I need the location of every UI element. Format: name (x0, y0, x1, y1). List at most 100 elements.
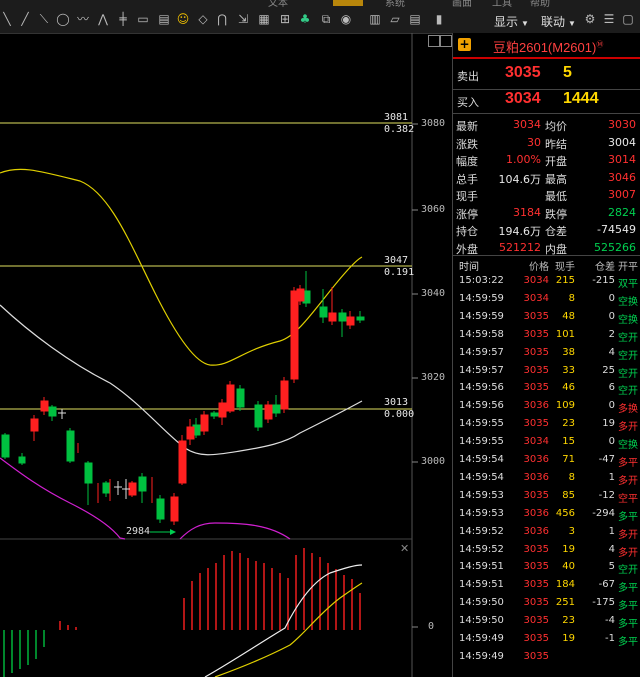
tick-volume: 215 (555, 275, 575, 286)
menu-cut-2[interactable]: 系统 (385, 0, 405, 9)
settings-icon[interactable]: ⚙ (583, 12, 597, 26)
stat-row: 涨跌 30 昨结 3004 (453, 134, 640, 152)
segment-tool-icon[interactable]: ╱ (18, 12, 32, 26)
grid-tool-icon[interactable]: ▦ (257, 12, 271, 26)
tick-row[interactable]: 14:59:50 3035 251 -175 多平 (453, 595, 640, 613)
tick-price: 3035 (523, 328, 549, 340)
tick-time: 14:59:59 (459, 292, 504, 304)
brand-logo (333, 0, 363, 6)
tick-row[interactable]: 14:59:49 3035 19 -1 多平 (453, 631, 640, 649)
macd-dif (204, 564, 363, 677)
display-dropdown[interactable]: 显示 ▼ (494, 13, 529, 30)
menu-cut-3[interactable]: 画面 (452, 0, 472, 9)
tick-type: 空平 (618, 493, 638, 505)
tick-row[interactable]: 14:59:56 3035 46 6 空开 (453, 380, 640, 398)
add-icon[interactable]: + (458, 38, 471, 51)
print-icon[interactable]: ▤ (408, 12, 422, 26)
tick-row[interactable]: 14:59:55 3034 15 0 空换 (453, 434, 640, 452)
magnet-icon[interactable]: ⋂ (215, 12, 229, 26)
stat-value: 30 (527, 135, 541, 149)
wave-tool-icon[interactable]: 〰 (76, 12, 90, 26)
bid-label: 买入 (457, 96, 479, 109)
y-label-3040: 3040 (421, 288, 446, 299)
tick-volume: 8 (568, 292, 575, 304)
tick-row[interactable]: 14:59:54 3036 8 1 多开 (453, 470, 640, 488)
fib-tool-icon[interactable]: ⊞ (278, 12, 292, 26)
down-candles (1, 271, 365, 523)
ask-row[interactable]: 卖出 3035 5 (453, 61, 640, 87)
menu-cut-4[interactable]: 工具 (492, 0, 512, 9)
tick-row[interactable]: 14:59:52 3035 19 4 多开 (453, 542, 640, 560)
tick-row[interactable]: 14:59:57 3035 33 25 空开 (453, 363, 640, 381)
eraser-icon[interactable]: ◇ (196, 12, 210, 26)
stat-label: 幅度 (456, 155, 478, 168)
tree-icon[interactable]: ♣ (298, 12, 312, 26)
tick-row[interactable]: 14:59:50 3035 23 -4 多平 (453, 613, 640, 631)
ray-tool-icon[interactable]: ⟍ (37, 12, 51, 26)
tick-row[interactable]: 14:59:54 3036 71 -47 多平 (453, 452, 640, 470)
tick-type: 多开 (618, 547, 638, 559)
circle-tool-icon[interactable]: ◯ (56, 12, 70, 26)
tick-oi-change: -4 (605, 615, 615, 627)
tick-time: 14:59:54 (459, 471, 504, 483)
menu-cut-1[interactable]: 文本 (268, 0, 288, 9)
hide-icon[interactable]: ▱ (388, 12, 402, 26)
arrow-tool-icon[interactable]: ⇲ (236, 12, 250, 26)
bid-price: 3034 (505, 90, 541, 107)
tick-row[interactable]: 14:59:58 3035 101 2 空开 (453, 327, 640, 345)
tick-row[interactable]: 14:59:52 3036 3 1 多开 (453, 524, 640, 542)
text-tool-icon[interactable]: ▭ (136, 12, 150, 26)
tick-row[interactable]: 14:59:53 3035 85 -12 空平 (453, 488, 640, 506)
tick-type: 多开 (618, 475, 638, 487)
tick-time: 14:59:57 (459, 346, 504, 358)
col-time: 时间 (459, 262, 479, 273)
tick-row[interactable]: 14:59:59 3035 48 0 空换 (453, 309, 640, 327)
tick-row[interactable]: 15:03:22 3034 215 -215 双平 (453, 273, 640, 291)
col-type: 开平 (618, 262, 638, 273)
link-dropdown[interactable]: 联动 ▼ (541, 13, 576, 30)
tick-time: 14:59:56 (459, 400, 504, 412)
polyline-tool-icon[interactable]: ⋀ (96, 12, 110, 26)
tick-type: 空开 (618, 332, 638, 344)
stat-row: 外盘 521212 内盘 525266 (453, 239, 640, 257)
tick-type: 空开 (618, 368, 638, 380)
tick-row[interactable]: 14:59:51 3035 40 5 空开 (453, 559, 640, 577)
tick-oi-change: 0 (608, 436, 615, 448)
stat-label: 开盘 (545, 155, 567, 168)
menu-cut-5[interactable]: 帮助 (530, 0, 550, 9)
stat-label: 跌停 (545, 207, 567, 221)
tick-volume: 15 (562, 436, 575, 448)
tick-row[interactable]: 14:59:55 3035 23 19 多开 (453, 416, 640, 434)
tick-volume: 184 (555, 579, 575, 591)
window-icon[interactable]: ▢ (621, 12, 635, 26)
tick-type: 多开 (618, 422, 638, 434)
tick-row[interactable]: 14:59:59 3034 8 0 空换 (453, 291, 640, 309)
minimize-icon[interactable] (428, 35, 440, 47)
channel-tool-icon[interactable]: ╪ (116, 12, 130, 26)
tick-volume: 19 (562, 543, 575, 555)
tick-row[interactable]: 14:59:51 3035 184 -67 多平 (453, 577, 640, 595)
bid-row[interactable]: 买入 3034 1444 (453, 87, 640, 113)
kline-chart[interactable]: ✕ 3080 3060 3040 3020 3000 0 3081 0.382 … (0, 33, 452, 677)
tick-row[interactable]: 14:59:49 3035 (453, 649, 640, 667)
tick-type: 空换 (618, 314, 638, 326)
capture-icon[interactable]: ⧉ (319, 12, 333, 26)
line-tool-icon[interactable]: ╲ (0, 12, 14, 26)
tick-volume: 38 (562, 346, 575, 358)
label-tool-icon[interactable]: ▤ (157, 12, 171, 26)
stat-label: 均价 (545, 120, 567, 133)
stat-row: 幅度 1.00% 开盘 3014 (453, 151, 640, 169)
tick-oi-change: 0 (608, 310, 615, 322)
tick-volume: 109 (555, 400, 575, 412)
lock-icon[interactable]: ▥ (368, 12, 382, 26)
eye-icon[interactable]: ◉ (339, 12, 353, 26)
maximize-icon[interactable] (440, 35, 452, 47)
list-icon[interactable]: ☰ (602, 12, 616, 26)
smiley-icon[interactable]: ☺ (176, 12, 190, 26)
stat-value: 3184 (513, 205, 541, 219)
tick-row[interactable]: 14:59:53 3036 456 -294 多平 (453, 506, 640, 524)
tick-row[interactable]: 14:59:56 3036 109 0 多换 (453, 398, 640, 416)
stat-value: 521212 (499, 240, 541, 254)
delete-icon[interactable]: ▮ (432, 12, 446, 26)
tick-row[interactable]: 14:59:57 3035 38 4 空开 (453, 345, 640, 363)
